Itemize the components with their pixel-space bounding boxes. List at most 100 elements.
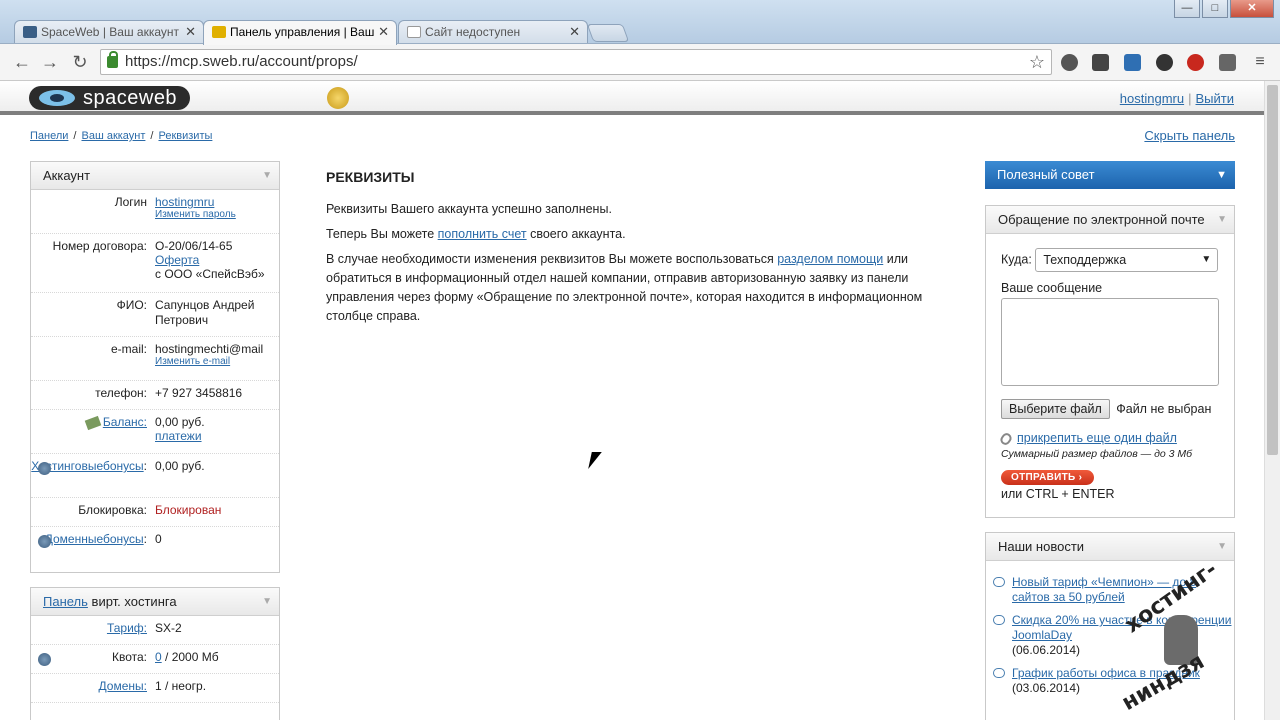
browser-tabstrip: SpaceWeb | Ваш аккаунт ✕ Панель управлен…	[0, 0, 1280, 45]
email-form-panel: Обращение по электронной почте ▼ Куда: Те…	[985, 205, 1235, 518]
username-link[interactable]: hostingmru	[1120, 91, 1184, 106]
close-tab-icon[interactable]: ✕	[185, 21, 196, 43]
paperclip-icon	[998, 430, 1014, 447]
menu-icon[interactable]: ≡	[1249, 51, 1271, 73]
tab-title: Панель управления | Ваш	[230, 25, 375, 39]
forward-button[interactable]: →	[39, 51, 61, 73]
breadcrumb-account[interactable]: Ваш аккаунт	[81, 130, 145, 142]
breadcrumb-panels[interactable]: Панели	[30, 130, 68, 142]
window-controls: — □ ✕	[1174, 0, 1274, 18]
spaceweb-logo[interactable]: spaceweb	[29, 86, 190, 110]
page-icon	[407, 26, 421, 38]
collapse-arrow-icon[interactable]: ▼	[262, 588, 272, 616]
site-header: spaceweb hostingmru | Выйти	[0, 81, 1264, 115]
news-bubble-icon	[993, 668, 1005, 678]
logout-link[interactable]: Выйти	[1196, 91, 1235, 106]
coins-icon[interactable]	[327, 87, 349, 109]
close-window-button[interactable]: ✕	[1230, 0, 1274, 18]
money-icon	[84, 415, 102, 430]
maximize-button[interactable]: □	[1202, 0, 1228, 18]
topup-link[interactable]: пополнить счет	[438, 227, 527, 241]
browser-tab-active[interactable]: Панель управления | Ваш ✕	[203, 20, 397, 45]
ghostery-extension-icon[interactable]	[1219, 54, 1236, 71]
browser-toolbar: ← → ↻ https://mcp.sweb.ru/account/props/…	[0, 44, 1280, 81]
success-message: Реквизиты Вашего аккаунта успешно заполн…	[326, 202, 612, 216]
topup-paragraph: Теперь Вы можете пополнить счет своего а…	[326, 227, 626, 241]
block-row: Блокировка: Блокирован	[31, 498, 279, 527]
tab-title: SpaceWeb | Ваш аккаунт	[41, 25, 180, 39]
to-label: Куда:	[1001, 252, 1032, 267]
tariff-link[interactable]: Тариф:	[107, 621, 147, 635]
domain-bonus-row: Доменныебонусы: 0	[31, 527, 279, 571]
email-form-header[interactable]: Обращение по электронной почте ▼	[986, 206, 1234, 234]
domains-link[interactable]: Домены:	[99, 679, 147, 693]
new-tab-button[interactable]	[586, 24, 630, 42]
adblock-extension-icon[interactable]	[1187, 54, 1204, 71]
hosting-panel: Панель вирт. хостинга ▼ Тариф: SX-2 Квота…	[30, 587, 280, 720]
ninja-watermark: хостинг- ниндзя	[1117, 556, 1222, 716]
user-menu: hostingmru | Выйти	[1119, 91, 1235, 106]
useful-tip-header[interactable]: Полезный совет ▼	[985, 161, 1235, 189]
account-panel-header[interactable]: Аккаунт ▼	[31, 162, 279, 190]
back-button[interactable]: ←	[11, 51, 33, 73]
screenshot-extension-icon[interactable]	[1124, 54, 1141, 71]
tariff-row: Тариф: SX-2	[31, 616, 279, 645]
spider-logo-icon	[39, 90, 75, 106]
hide-panel-link[interactable]: Скрыть панель	[1144, 128, 1235, 143]
page-scrollbar[interactable]	[1264, 81, 1280, 720]
send-button[interactable]: ОТПРАВИТЬ ›	[1001, 470, 1095, 485]
bookmark-star-icon[interactable]: ☆	[1029, 50, 1045, 74]
quota-row: Квота: 0 / 2000 Мб	[31, 645, 279, 674]
collapse-arrow-icon[interactable]: ▼	[262, 162, 272, 190]
breadcrumb: Панели / Ваш аккаунт / Реквизиты	[30, 130, 213, 142]
help-icon[interactable]	[38, 653, 51, 666]
hosting-panel-link[interactable]: Панель	[43, 594, 88, 609]
page-title: РЕКВИЗИТЫ	[326, 169, 415, 185]
balance-row: Баланс: 0,00 руб. платежи	[31, 410, 279, 454]
change-email-link[interactable]: Изменить e-mail	[155, 356, 279, 367]
payments-link[interactable]: платежи	[155, 429, 279, 443]
reload-button[interactable]: ↻	[69, 51, 91, 73]
quota-used-link[interactable]: 0	[155, 650, 162, 664]
hosting-panel-header[interactable]: Панель вирт. хостинга ▼	[31, 588, 279, 616]
domain-bonus-link[interactable]: Доменные	[45, 532, 103, 546]
message-textarea[interactable]	[1001, 298, 1219, 386]
url-text: https://mcp.sweb.ru/account/props/	[125, 53, 358, 70]
message-label: Ваше сообщение	[1001, 281, 1103, 295]
change-password-link[interactable]: Изменить пароль	[155, 209, 279, 220]
help-icon[interactable]	[38, 535, 51, 548]
mouse-cursor-icon	[588, 452, 602, 469]
collapse-arrow-icon[interactable]: ▼	[1217, 533, 1227, 561]
breadcrumb-requisites[interactable]: Реквизиты	[158, 130, 212, 142]
login-link[interactable]: hostingmru	[155, 195, 279, 209]
scrollbar-thumb[interactable]	[1267, 85, 1278, 455]
recipient-select[interactable]: Техподдержка ▼	[1035, 248, 1219, 272]
expand-arrow-icon[interactable]: ▼	[1216, 161, 1227, 189]
attach-more-link[interactable]: прикрепить еще один файл	[1017, 431, 1177, 445]
help-icon[interactable]	[38, 462, 51, 475]
block-status: Блокирован	[155, 503, 222, 517]
offer-link[interactable]: Оферта	[155, 253, 279, 267]
domains-row: Домены: 1 / неогр.	[31, 674, 279, 703]
browser-tab[interactable]: Сайт недоступен ✕	[398, 20, 588, 44]
choose-file-button[interactable]: Выберите файл	[1001, 399, 1110, 419]
history-extension-icon[interactable]	[1061, 54, 1078, 71]
help-paragraph: В случае необходимости изменения реквизи…	[326, 252, 923, 323]
vpn-extension-icon[interactable]	[1156, 54, 1173, 71]
chevron-down-icon: ▼	[1201, 254, 1212, 265]
size-note: Суммарный размер файлов — до 3 Мб	[1001, 448, 1193, 460]
tab-title: Сайт недоступен	[425, 25, 521, 39]
lock-icon	[107, 51, 118, 68]
close-tab-icon[interactable]: ✕	[569, 21, 580, 43]
news-bubble-icon	[993, 577, 1005, 587]
evernote-extension-icon[interactable]	[1092, 54, 1109, 71]
help-section-link[interactable]: разделом помощи	[777, 252, 883, 266]
address-bar[interactable]: https://mcp.sweb.ru/account/props/ ☆	[100, 49, 1052, 75]
news-header[interactable]: Наши новости ▼	[986, 533, 1234, 561]
close-tab-icon[interactable]: ✕	[378, 21, 389, 43]
minimize-button[interactable]: —	[1174, 0, 1200, 18]
collapse-arrow-icon[interactable]: ▼	[1217, 206, 1227, 234]
shortcut-hint: или CTRL + ENTER	[1001, 487, 1115, 501]
balance-link[interactable]: Баланс:	[103, 415, 147, 429]
browser-tab[interactable]: SpaceWeb | Ваш аккаунт ✕	[14, 20, 204, 44]
